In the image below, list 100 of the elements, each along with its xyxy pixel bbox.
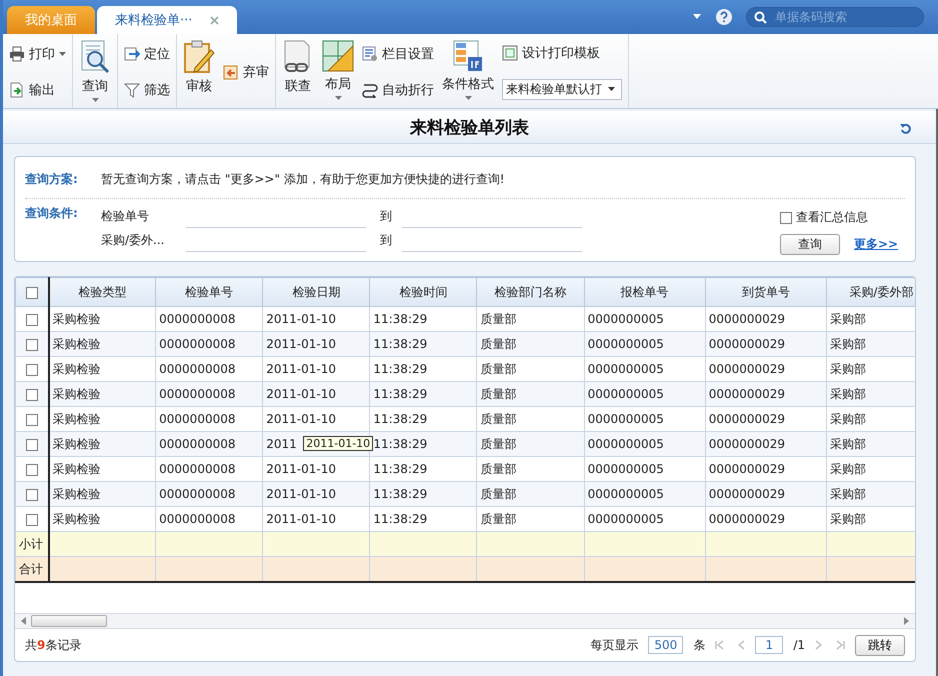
scroll-right-icon[interactable] — [903, 617, 909, 625]
table-cell: 质量部 — [480, 336, 516, 350]
approve-button[interactable]: 审核 — [183, 38, 215, 106]
table-cell: 2011-01-10 — [266, 512, 336, 526]
summary-label: 合计 — [19, 562, 43, 576]
checkbox[interactable] — [26, 414, 38, 426]
table-cell: 2011-01-10 — [266, 412, 336, 426]
help-icon[interactable] — [716, 9, 732, 25]
table-cell: 采购检验 — [52, 386, 101, 400]
horizontal-scrollbar[interactable] — [15, 613, 915, 629]
wrap-arrow-icon — [362, 82, 378, 98]
close-icon[interactable] — [210, 16, 220, 24]
unapprove-button[interactable]: 弃审 — [223, 63, 269, 81]
list-gear-icon — [362, 46, 378, 62]
column-header[interactable]: 采购/委外部 — [826, 278, 915, 306]
table-cell: 采购部 — [830, 336, 866, 350]
column-header[interactable]: 报检单号 — [584, 278, 706, 306]
checkbox-label: 查看汇总信息 — [796, 209, 868, 226]
table-cell: 11:38:29 — [373, 362, 428, 376]
filter-button[interactable]: 筛选 — [124, 81, 170, 99]
per-page-field[interactable]: 500 — [648, 636, 684, 654]
search-field[interactable]: 单据条码搜索 — [746, 7, 924, 27]
table-cell: 采购部 — [830, 486, 866, 500]
column-header[interactable]: 检验日期 — [262, 278, 370, 306]
checkbox[interactable] — [26, 514, 38, 526]
page-field[interactable]: 1 — [755, 636, 784, 654]
export-icon — [9, 82, 25, 98]
filter-icon — [124, 82, 140, 98]
layout-button[interactable]: 布局 — [322, 38, 354, 106]
table-cell: 0000000005 — [588, 312, 664, 326]
link-query-button[interactable]: 联查 — [282, 38, 314, 106]
table-cell: 0000000008 — [159, 337, 236, 351]
table-cell: 质量部 — [480, 462, 516, 476]
caret-icon — [608, 87, 615, 92]
column-settings-button[interactable]: 栏目设置 — [362, 45, 434, 63]
table-cell: 0000000008 — [159, 362, 236, 376]
table-cell: 11:38:29 — [373, 512, 428, 526]
table-cell: 0000000008 — [159, 412, 236, 426]
table-cell: 2011-01-10 — [266, 387, 336, 401]
table-cell: 11:38:29 — [373, 312, 428, 326]
jump-button[interactable]: 跳转 — [855, 634, 905, 656]
scroll-left-icon[interactable] — [21, 617, 27, 625]
per-page-unit: 条 — [693, 636, 706, 654]
range-to-label: 到 — [380, 232, 393, 248]
condition-label: 检验单号 — [101, 208, 150, 224]
refresh-icon[interactable] — [900, 123, 912, 135]
column-header[interactable]: 检验单号 — [156, 278, 263, 306]
checkbox[interactable] — [26, 488, 38, 501]
more-link[interactable]: 更多>> — [854, 236, 898, 253]
checkbox[interactable] — [780, 212, 792, 224]
table-cell: 采购部 — [830, 362, 866, 376]
export-button[interactable]: 输出 — [9, 81, 66, 99]
table-cell: 采购部 — [830, 462, 866, 476]
checkbox[interactable] — [26, 388, 38, 401]
column-header[interactable]: 检验部门名称 — [476, 278, 584, 306]
query-button[interactable]: 查询 — [780, 234, 840, 255]
table-cell: 采购检验 — [52, 462, 101, 476]
table-cell: 采购检验 — [52, 362, 101, 376]
table-cell: 采购检验 — [52, 312, 101, 326]
table-cell: 质量部 — [480, 486, 516, 500]
print-template-dropdown[interactable]: 来料检验单默认打 — [502, 78, 622, 100]
conditional-format-button[interactable]: 条件格式 — [442, 38, 494, 106]
checkbox[interactable] — [26, 338, 38, 351]
tab[interactable]: 来料检验单··· — [97, 6, 238, 34]
query-scheme-message: 暂无查询方案，请点击 "更多>>" 添加，有助于您更加方便快捷的进行查询! — [101, 171, 505, 188]
design-template-button[interactable]: 设计打印模板 — [502, 44, 622, 62]
template-icon — [502, 45, 518, 62]
table-cell: 采购检验 — [52, 486, 101, 500]
table-cell: 0000000029 — [708, 412, 786, 426]
table-cell: 采购部 — [830, 386, 866, 400]
table-cell: 采购检验 — [52, 436, 101, 450]
print-button[interactable]: 打印 — [9, 45, 66, 63]
checkbox[interactable] — [26, 364, 38, 376]
page-title: 来料检验单列表 — [410, 116, 529, 138]
column-header[interactable]: 检验类型 — [48, 278, 156, 306]
table-cell: 11:38:29 — [373, 387, 428, 401]
per-page-label: 每页显示 — [590, 636, 638, 654]
scrollbar-thumb[interactable] — [31, 615, 107, 627]
column-header[interactable]: 到货单号 — [705, 278, 826, 306]
printer-icon — [9, 46, 25, 62]
table-cell: 0000000008 — [159, 387, 236, 401]
table-cell: 0000000008 — [159, 512, 236, 526]
table-cell: 2011-01-10 — [266, 362, 336, 376]
table-cell: 11:38:29 — [373, 337, 428, 351]
checkbox[interactable] — [26, 438, 38, 451]
layout-ruler-icon — [322, 40, 354, 72]
record-count: 共9条记录 — [25, 636, 82, 654]
checkbox[interactable] — [26, 464, 38, 476]
auto-wrap-button[interactable]: 自动折行 — [362, 81, 434, 99]
column-header[interactable]: 检验时间 — [370, 278, 477, 306]
table-cell: 0000000005 — [588, 337, 664, 351]
locate-button[interactable]: 定位 — [124, 45, 170, 63]
table-cell: 0000000005 — [588, 487, 664, 501]
checkbox[interactable] — [26, 314, 38, 326]
table-cell: 0000000029 — [708, 362, 786, 376]
table-cell: 0000000008 — [159, 437, 236, 451]
checkbox[interactable] — [26, 286, 38, 299]
table-cell: 2011-01-10 — [266, 312, 336, 326]
caret-icon[interactable] — [692, 14, 702, 20]
query-button[interactable]: 查询 — [79, 38, 111, 106]
